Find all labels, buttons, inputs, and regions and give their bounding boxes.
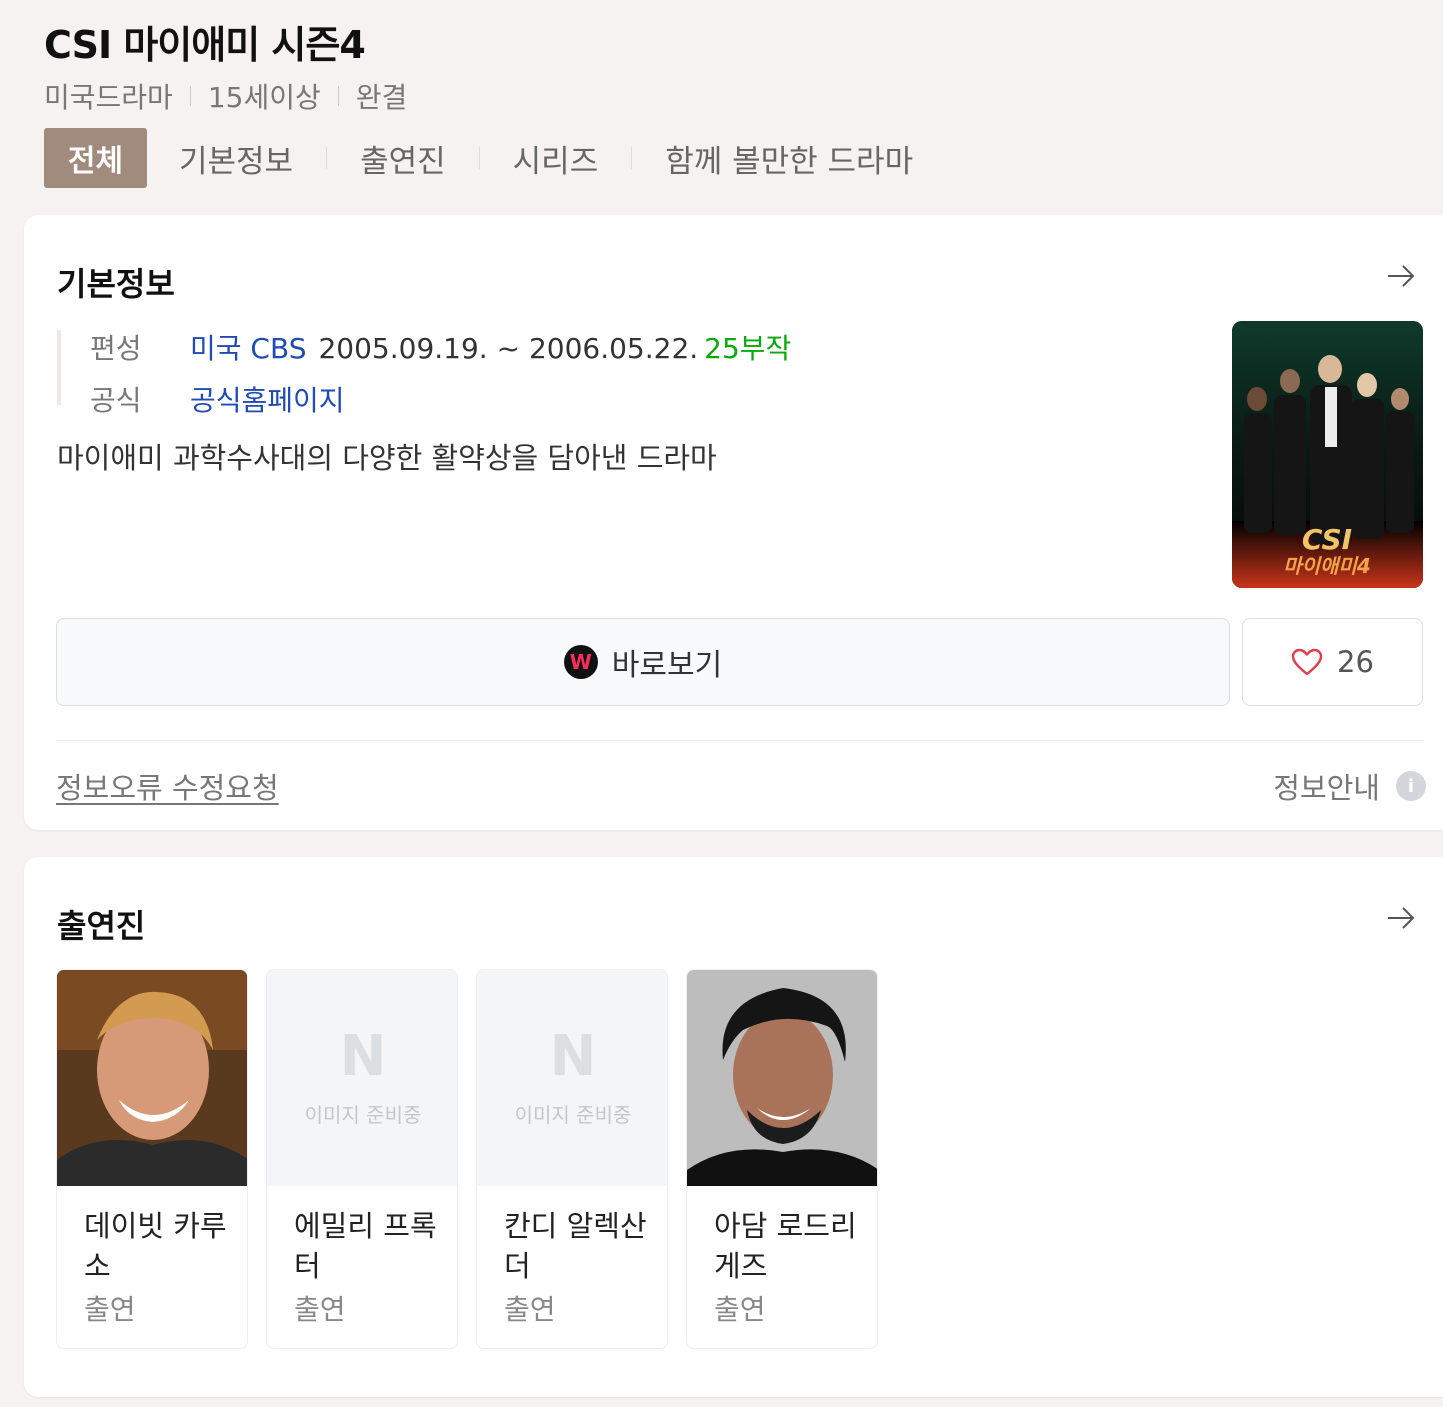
cast-item[interactable]: N 이미지 준비중 칸디 알렉산더 출연 <box>476 969 668 1349</box>
wavve-logo-icon: W <box>563 645 598 679</box>
naver-logo-icon: N <box>339 1023 387 1089</box>
genre-text: 미국드라마 <box>44 81 173 114</box>
header: CSI 마이애미 시즌4 미국드라마 15세이상 완결 전체 기본정보 출연진 … <box>0 0 1443 215</box>
broadcast-row: 미국 CBS 2005.09.19. ~ 2006.05.22. 25부작 <box>190 327 791 367</box>
cast-role: 출연 <box>714 1293 766 1326</box>
poster-art: CSI 마이애미4 <box>1232 321 1423 588</box>
broadcast-label: 편성 <box>90 332 142 365</box>
cast-list: 데이빗 카루소 출연 N 이미지 준비중 에밀리 프록터 출연 N 이미지 준비… <box>56 969 896 1349</box>
poster-subtitle-text: 마이애미4 <box>1283 554 1371 578</box>
tab-cast[interactable]: 출연진 <box>360 136 446 181</box>
report-error-link[interactable]: 정보오류 수정요청 <box>56 765 279 807</box>
heart-icon <box>1291 648 1323 676</box>
placeholder-text: 이미지 준비중 <box>304 1102 422 1127</box>
tab-divider <box>631 147 633 169</box>
tab-bar: 전체 기본정보 출연진 시리즈 함께 볼만한 드라마 <box>44 128 913 188</box>
placeholder-text: 이미지 준비중 <box>514 1102 632 1127</box>
meta-info: 미국드라마 15세이상 완결 <box>44 76 407 116</box>
cast-name: 데이빗 카루소 <box>84 1209 227 1283</box>
portrait-image <box>687 970 877 1186</box>
basic-info-title: 기본정보 <box>57 265 175 303</box>
basic-info-card: 기본정보 편성 미국 CBS 2005.09.19. ~ 2006.05.22. 2… <box>24 215 1443 830</box>
cast-card: 출연진 데이빗 카루소 출연 N 이미지 준비중 에밀리 프록터 출연 N 이미… <box>24 857 1443 1397</box>
info-guide[interactable]: 정보안내 i <box>1273 765 1426 807</box>
cast-item[interactable]: 아담 로드리게즈 출연 <box>686 969 878 1349</box>
rating-text: 15세이상 <box>207 81 321 114</box>
tab-basic-info[interactable]: 기본정보 <box>179 136 293 181</box>
tab-related-dramas[interactable]: 함께 볼만한 드라마 <box>665 136 913 181</box>
portrait-image <box>57 970 247 1186</box>
wavve-logo-letter: W <box>569 650 592 674</box>
divider <box>189 86 191 106</box>
like-button[interactable]: 26 <box>1242 618 1423 706</box>
watch-now-label: 바로보기 <box>611 648 723 683</box>
cast-photo-placeholder: N 이미지 준비중 <box>477 970 667 1186</box>
tab-divider <box>326 147 328 169</box>
divider <box>56 740 1424 741</box>
tab-divider <box>478 147 480 169</box>
info-guide-label: 정보안내 <box>1273 771 1380 805</box>
arrow-right-icon[interactable] <box>1386 903 1416 933</box>
cast-role: 출연 <box>504 1293 556 1326</box>
cast-name: 에밀리 프록터 <box>294 1209 437 1283</box>
description: 마이애미 과학수사대의 다양한 활약상을 담아낸 드라마 <box>57 441 717 475</box>
homepage-link[interactable]: 공식홈페이지 <box>190 379 345 419</box>
cast-photo <box>687 970 877 1186</box>
arrow-right-icon[interactable] <box>1386 261 1416 291</box>
tab-series[interactable]: 시리즈 <box>513 136 599 181</box>
info-bar <box>57 330 91 405</box>
naver-logo-icon: N <box>549 1023 597 1089</box>
divider <box>337 86 339 106</box>
status-text: 완결 <box>355 81 408 114</box>
like-count: 26 <box>1337 645 1374 679</box>
tab-all[interactable]: 전체 <box>44 128 147 188</box>
cast-role: 출연 <box>294 1293 346 1326</box>
poster-title-text: CSI <box>1302 523 1352 556</box>
cast-photo <box>57 970 247 1186</box>
page-title: CSI 마이애미 시즌4 <box>44 23 366 67</box>
info-icon: i <box>1396 771 1426 801</box>
cast-title: 출연진 <box>57 907 146 945</box>
network-link[interactable]: 미국 CBS <box>190 332 306 365</box>
official-label: 공식 <box>90 384 142 417</box>
cast-name: 아담 로드리게즈 <box>714 1209 857 1283</box>
cast-role: 출연 <box>84 1293 136 1326</box>
watch-now-button[interactable]: W 바로보기 <box>56 618 1230 706</box>
air-dates: 2005.09.19. ~ 2006.05.22. <box>318 332 699 365</box>
episode-count: 25부작 <box>704 332 792 365</box>
cast-name: 칸디 알렉산더 <box>504 1209 647 1283</box>
cast-photo-placeholder: N 이미지 준비중 <box>267 970 457 1186</box>
cast-item[interactable]: N 이미지 준비중 에밀리 프록터 출연 <box>266 969 458 1349</box>
poster-image[interactable]: CSI 마이애미4 <box>1232 321 1423 588</box>
cast-item[interactable]: 데이빗 카루소 출연 <box>56 969 248 1349</box>
